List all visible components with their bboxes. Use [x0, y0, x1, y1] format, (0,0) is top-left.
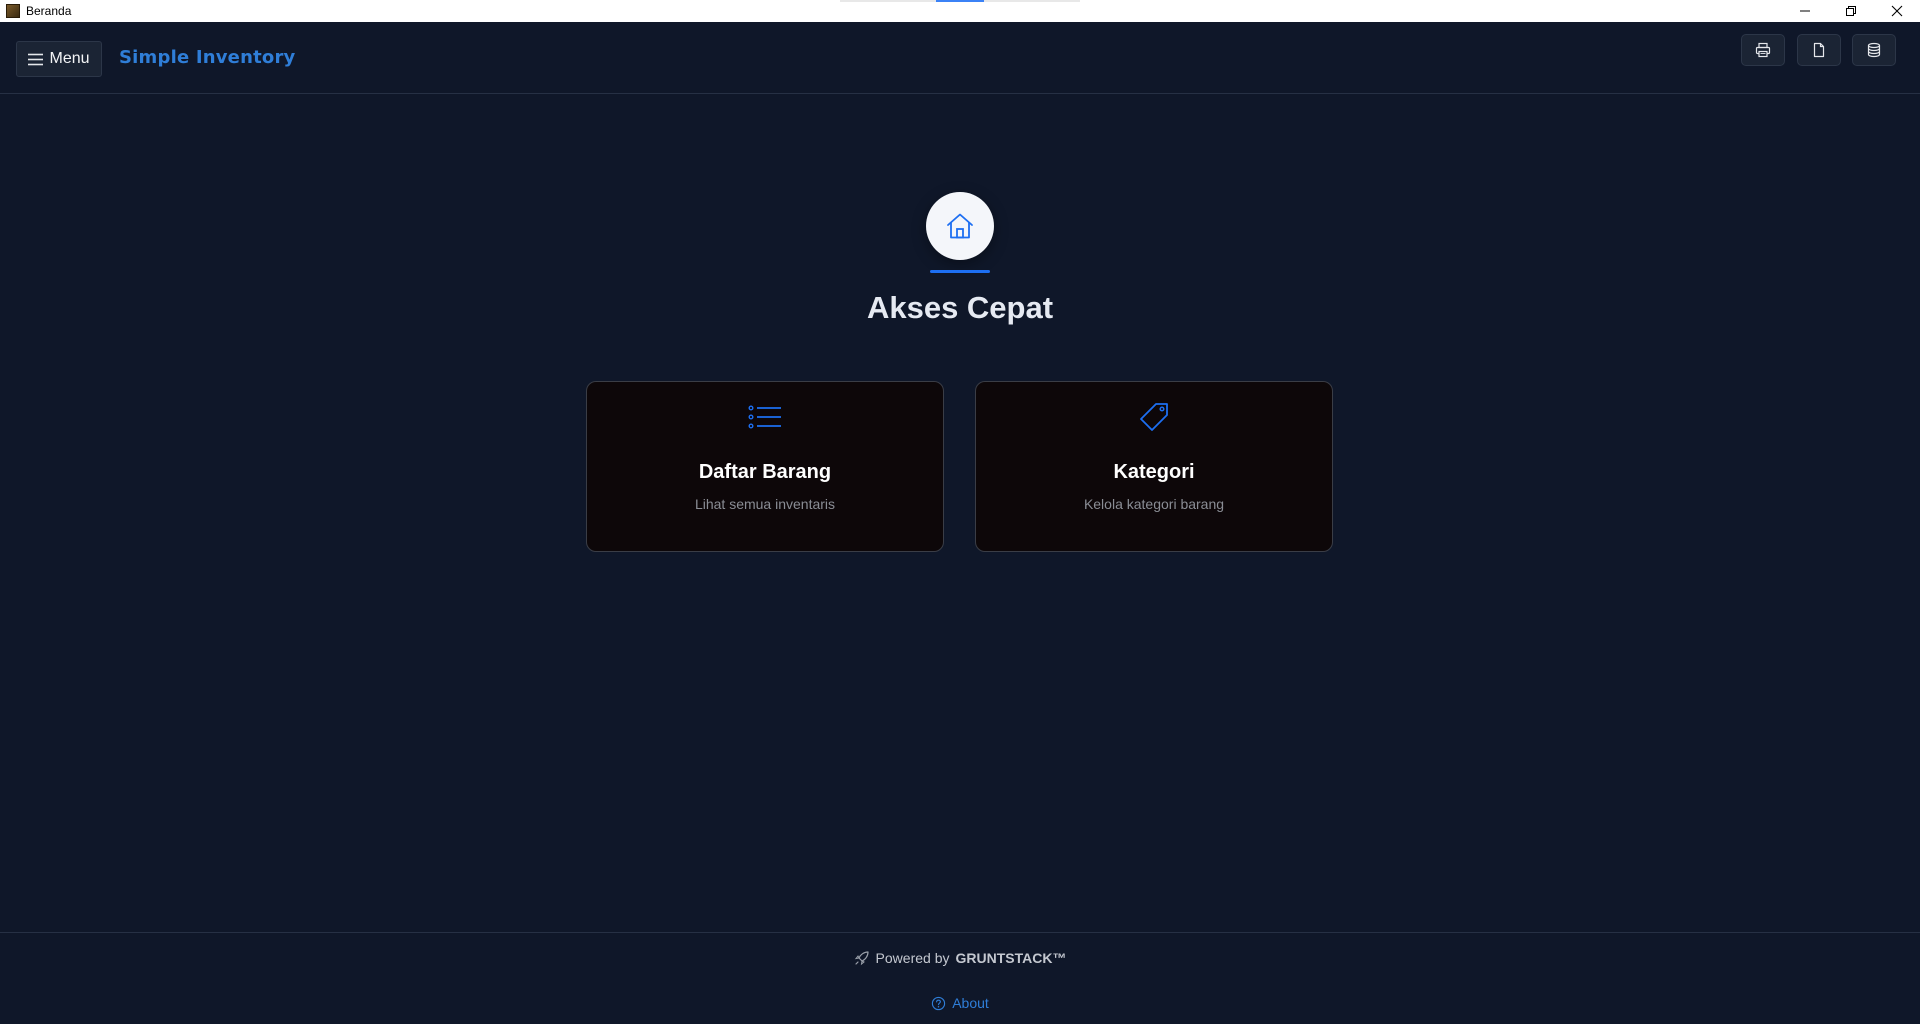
file-icon: [1813, 42, 1825, 58]
restore-button[interactable]: [1828, 0, 1874, 22]
document-button[interactable]: [1797, 34, 1841, 66]
print-button[interactable]: [1741, 34, 1785, 66]
about-label: About: [952, 995, 989, 1011]
restore-icon: [1846, 6, 1856, 16]
powered-by: Powered by GRUNTSTACK™: [0, 950, 1920, 966]
card-title: Daftar Barang: [698, 461, 832, 483]
minimize-button[interactable]: [1782, 0, 1828, 22]
close-button[interactable]: [1874, 0, 1920, 22]
help-circle-icon: [932, 996, 946, 1010]
hamburger-icon: [28, 53, 44, 65]
window-titlebar: Beranda: [0, 0, 1920, 22]
card-daftar-barang[interactable]: Daftar Barang Lihat semua inventaris: [586, 381, 944, 552]
page-title: Akses Cepat: [866, 290, 1054, 325]
powered-prefix: Powered by: [875, 950, 950, 966]
card-description: Kelola kategori barang: [1083, 496, 1225, 512]
window-title: Beranda: [26, 4, 72, 18]
menu-label: Menu: [49, 50, 90, 67]
about-link[interactable]: About: [0, 995, 1920, 1011]
printer-icon: [1755, 42, 1771, 58]
brand-title[interactable]: Simple Inventory: [119, 47, 295, 68]
titlebar-drag-indicator: [840, 0, 1080, 2]
minimize-icon: [1800, 10, 1810, 12]
home-icon: [947, 213, 973, 239]
window-controls: [1782, 0, 1920, 22]
menu-button[interactable]: Menu: [16, 41, 102, 77]
card-title: Kategori: [1113, 461, 1195, 483]
list-icon: [748, 405, 781, 429]
app-icon: [6, 4, 20, 18]
home-badge: [926, 192, 994, 260]
rocket-icon: [854, 951, 869, 966]
app-header: Menu Simple Inventory: [0, 22, 1920, 94]
card-kategori[interactable]: Kategori Kelola kategori barang: [975, 381, 1333, 552]
card-description: Lihat semua inventaris: [694, 496, 836, 512]
app-footer: Powered by GRUNTSTACK™ About: [0, 932, 1920, 1024]
database-button[interactable]: [1852, 34, 1896, 66]
powered-brand: GRUNTSTACK™: [955, 950, 1067, 966]
tag-icon: [1140, 403, 1168, 431]
database-icon: [1867, 42, 1881, 58]
close-icon: [1891, 5, 1903, 17]
title-underline: [930, 270, 990, 273]
